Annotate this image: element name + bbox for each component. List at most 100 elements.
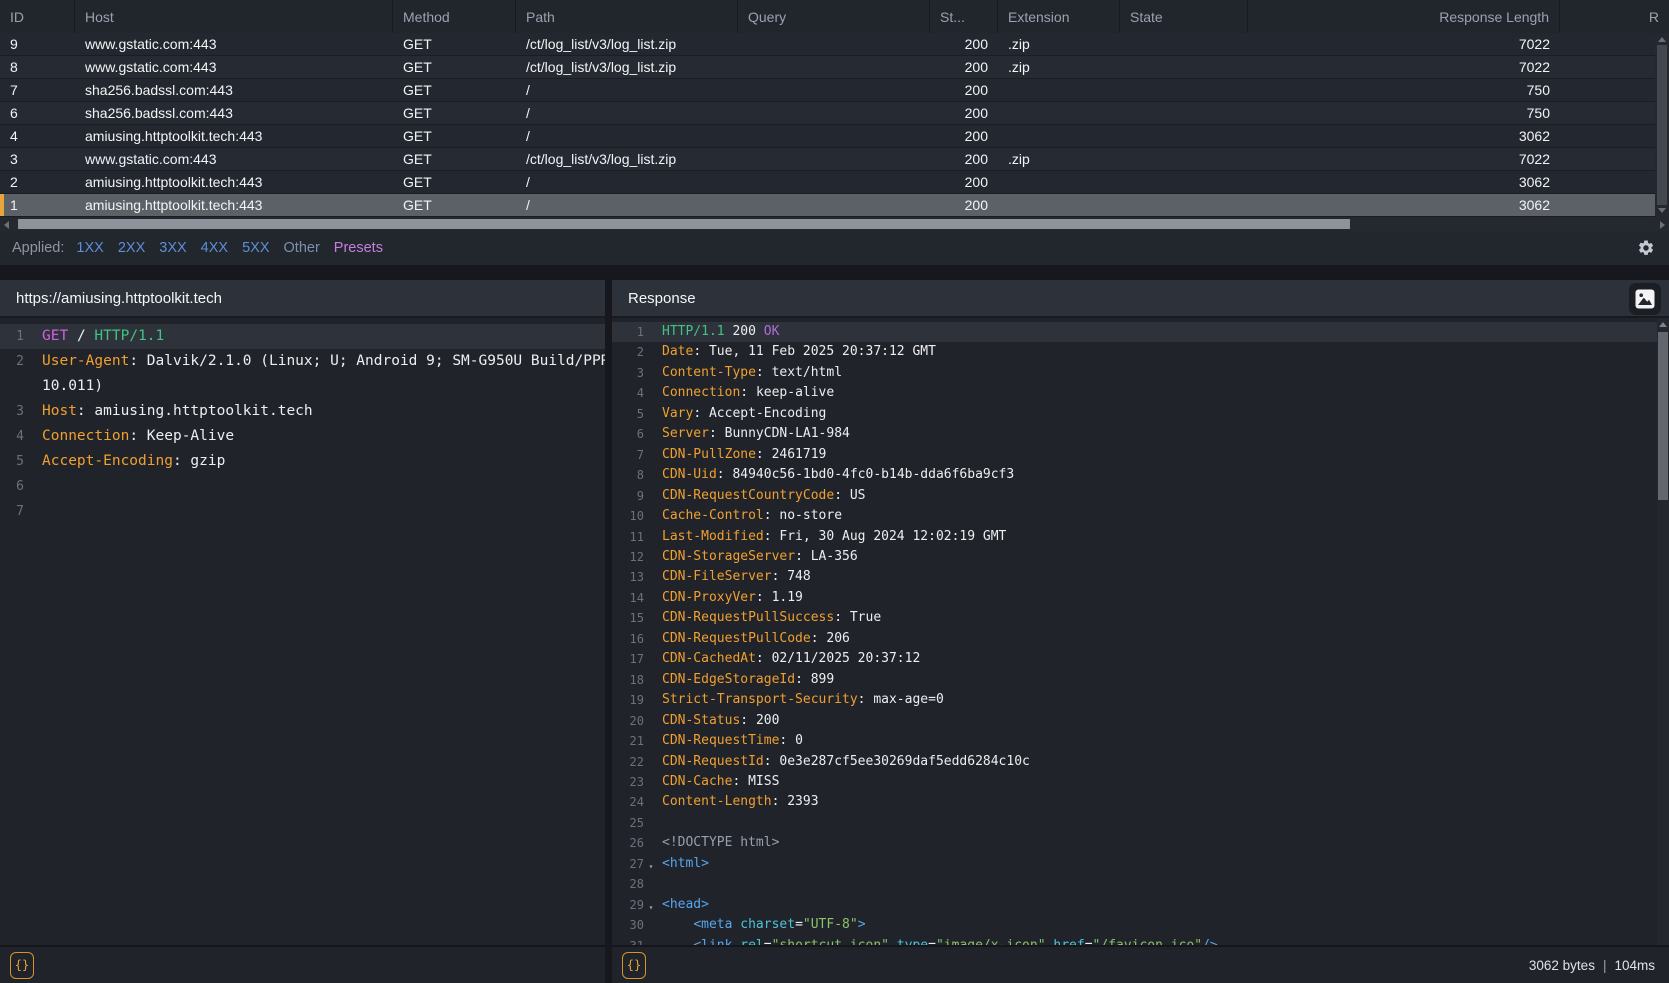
fold-gutter xyxy=(644,386,658,406)
scroll-up-icon[interactable] xyxy=(1659,322,1667,327)
code-line: 25 xyxy=(612,813,1669,833)
cell-path: / xyxy=(516,197,738,213)
table-row-selected[interactable]: 1amiusing.httptoolkit.tech:443GET/200306… xyxy=(0,194,1655,217)
line-number: 11 xyxy=(612,527,644,547)
line-number: 27 xyxy=(612,854,644,874)
code-text: CDN-RequestTime: 0 xyxy=(658,731,803,751)
code-text: CDN-RequestCountryCode: US xyxy=(658,486,866,506)
line-number: 31 xyxy=(612,936,644,945)
line-number: 2 xyxy=(612,342,644,362)
table-row[interactable]: 9www.gstatic.com:443GET/ct/log_list/v3/l… xyxy=(0,33,1655,56)
view-as-image-button[interactable] xyxy=(1629,283,1661,315)
line-number: 3 xyxy=(0,399,24,424)
response-scroll-thumb[interactable] xyxy=(1658,332,1668,500)
format-json-button[interactable]: {} xyxy=(622,952,646,979)
applied-label: Applied: xyxy=(12,240,64,256)
fold-gutter xyxy=(644,918,658,938)
column-header-path[interactable]: Path xyxy=(516,0,738,33)
fold-gutter xyxy=(24,402,38,427)
table-row[interactable]: 2amiusing.httptoolkit.tech:443GET/200306… xyxy=(0,171,1655,194)
column-header-state[interactable]: State xyxy=(1120,0,1248,33)
code-line: 8CDN-Uid: 84940c56-1bd0-4fc0-b14b-dda6f6… xyxy=(612,465,1669,485)
response-scrollbar[interactable] xyxy=(1657,318,1669,945)
cell-method: GET xyxy=(393,128,516,144)
code-text: <head> xyxy=(658,895,709,915)
code-line: 17CDN-CachedAt: 02/11/2025 20:37:12 xyxy=(612,649,1669,669)
cell-path: / xyxy=(516,105,738,121)
filter-presets[interactable]: Presets xyxy=(334,240,383,256)
line-number: 23 xyxy=(612,772,644,792)
settings-gear-icon[interactable] xyxy=(1637,239,1655,257)
column-header-method[interactable]: Method xyxy=(393,0,516,33)
table-row[interactable]: 4amiusing.httptoolkit.tech:443GET/200306… xyxy=(0,125,1655,148)
scroll-up-icon[interactable] xyxy=(1658,37,1666,42)
table-row[interactable]: 7sha256.badssl.com:443GET/200750 xyxy=(0,79,1655,102)
cell-path: /ct/log_list/v3/log_list.zip xyxy=(516,59,738,75)
code-text xyxy=(658,874,662,894)
code-text xyxy=(38,499,42,524)
filter-other[interactable]: Other xyxy=(284,240,320,256)
cell-st-: 200 xyxy=(930,105,998,121)
line-number: 6 xyxy=(0,474,24,499)
column-header-st-[interactable]: St... xyxy=(930,0,998,33)
column-header-response-length[interactable]: Response Length xyxy=(1248,0,1560,33)
scroll-left-icon[interactable] xyxy=(4,221,9,229)
filter-3xx[interactable]: 3XX xyxy=(159,240,186,256)
line-number: 3 xyxy=(612,363,644,383)
code-line: 10Cache-Control: no-store xyxy=(612,506,1669,526)
cell-host: sha256.badssl.com:443 xyxy=(75,82,393,98)
column-header-id[interactable]: ID xyxy=(0,0,75,33)
column-header-extension[interactable]: Extension xyxy=(998,0,1120,33)
table-row[interactable]: 3www.gstatic.com:443GET/ct/log_list/v3/l… xyxy=(0,148,1655,171)
request-url: https://amiusing.httptoolkit.tech xyxy=(16,290,222,307)
fold-arrow-icon[interactable]: ▾ xyxy=(644,898,658,918)
table-row[interactable]: 8www.gstatic.com:443GET/ct/log_list/v3/l… xyxy=(0,56,1655,79)
response-raw-body: 1HTTP/1.1 200 OK2Date: Tue, 11 Feb 2025 … xyxy=(612,318,1669,945)
line-number: 24 xyxy=(612,792,644,812)
table-body: 9www.gstatic.com:443GET/ct/log_list/v3/l… xyxy=(0,33,1655,217)
filter-5xx[interactable]: 5XX xyxy=(242,240,269,256)
scroll-right-icon[interactable] xyxy=(1660,221,1665,229)
cell-host: www.gstatic.com:443 xyxy=(75,36,393,52)
code-text: Last-Modified: Fri, 30 Aug 2024 12:02:19… xyxy=(658,527,1006,547)
cell-method: GET xyxy=(393,59,516,75)
column-header-query[interactable]: Query xyxy=(738,0,930,33)
fold-gutter xyxy=(24,477,38,502)
line-number: 13 xyxy=(612,567,644,587)
code-line: 23CDN-Cache: MISS xyxy=(612,772,1669,792)
response-title: Response xyxy=(628,290,696,307)
cell-response-length: 3062 xyxy=(1248,128,1560,144)
scroll-down-icon[interactable] xyxy=(1658,208,1666,213)
line-number xyxy=(0,374,24,399)
cell-id: 3 xyxy=(0,151,75,167)
response-size: 3062 bytes xyxy=(1529,958,1595,973)
code-line: 30 <meta charset="UTF-8"> xyxy=(612,915,1669,935)
column-header-r[interactable]: R xyxy=(1560,0,1669,33)
cell-response-length: 3062 xyxy=(1248,197,1560,213)
filter-2xx[interactable]: 2XX xyxy=(118,240,145,256)
table-vscroll-thumb[interactable] xyxy=(1657,45,1667,205)
code-line: 3Host: amiusing.httptoolkit.tech xyxy=(0,399,605,424)
response-stats: 3062 bytes | 104ms xyxy=(1529,958,1655,973)
code-text: CDN-Status: 200 xyxy=(658,711,779,731)
cell-host: amiusing.httptoolkit.tech:443 xyxy=(75,197,393,213)
code-line: 11 Last-Modified: Fri, 30 Aug 2024 12:02:… xyxy=(612,527,1669,547)
filter-1xx[interactable]: 1XX xyxy=(76,240,103,256)
table-hscroll-thumb[interactable] xyxy=(18,219,1350,229)
fold-gutter xyxy=(644,775,658,795)
cell-method: GET xyxy=(393,174,516,190)
code-text: CDN-CachedAt: 02/11/2025 20:37:12 xyxy=(658,649,920,669)
filter-4xx[interactable]: 4XX xyxy=(201,240,228,256)
line-number: 4 xyxy=(612,383,644,403)
format-json-button[interactable]: {} xyxy=(10,952,34,979)
table-vertical-scrollbar[interactable] xyxy=(1655,33,1669,217)
fold-gutter xyxy=(644,570,658,590)
fold-arrow-icon[interactable]: ▾ xyxy=(644,857,658,877)
cell-path: / xyxy=(516,174,738,190)
table-horizontal-scrollbar[interactable] xyxy=(0,217,1669,231)
table-row[interactable]: 6sha256.badssl.com:443GET/200750 xyxy=(0,102,1655,125)
column-header-host[interactable]: Host xyxy=(75,0,393,33)
cell-path: / xyxy=(516,128,738,144)
code-text: Accept-Encoding: gzip xyxy=(38,449,225,474)
code-line: 20CDN-Status: 200 xyxy=(612,711,1669,731)
